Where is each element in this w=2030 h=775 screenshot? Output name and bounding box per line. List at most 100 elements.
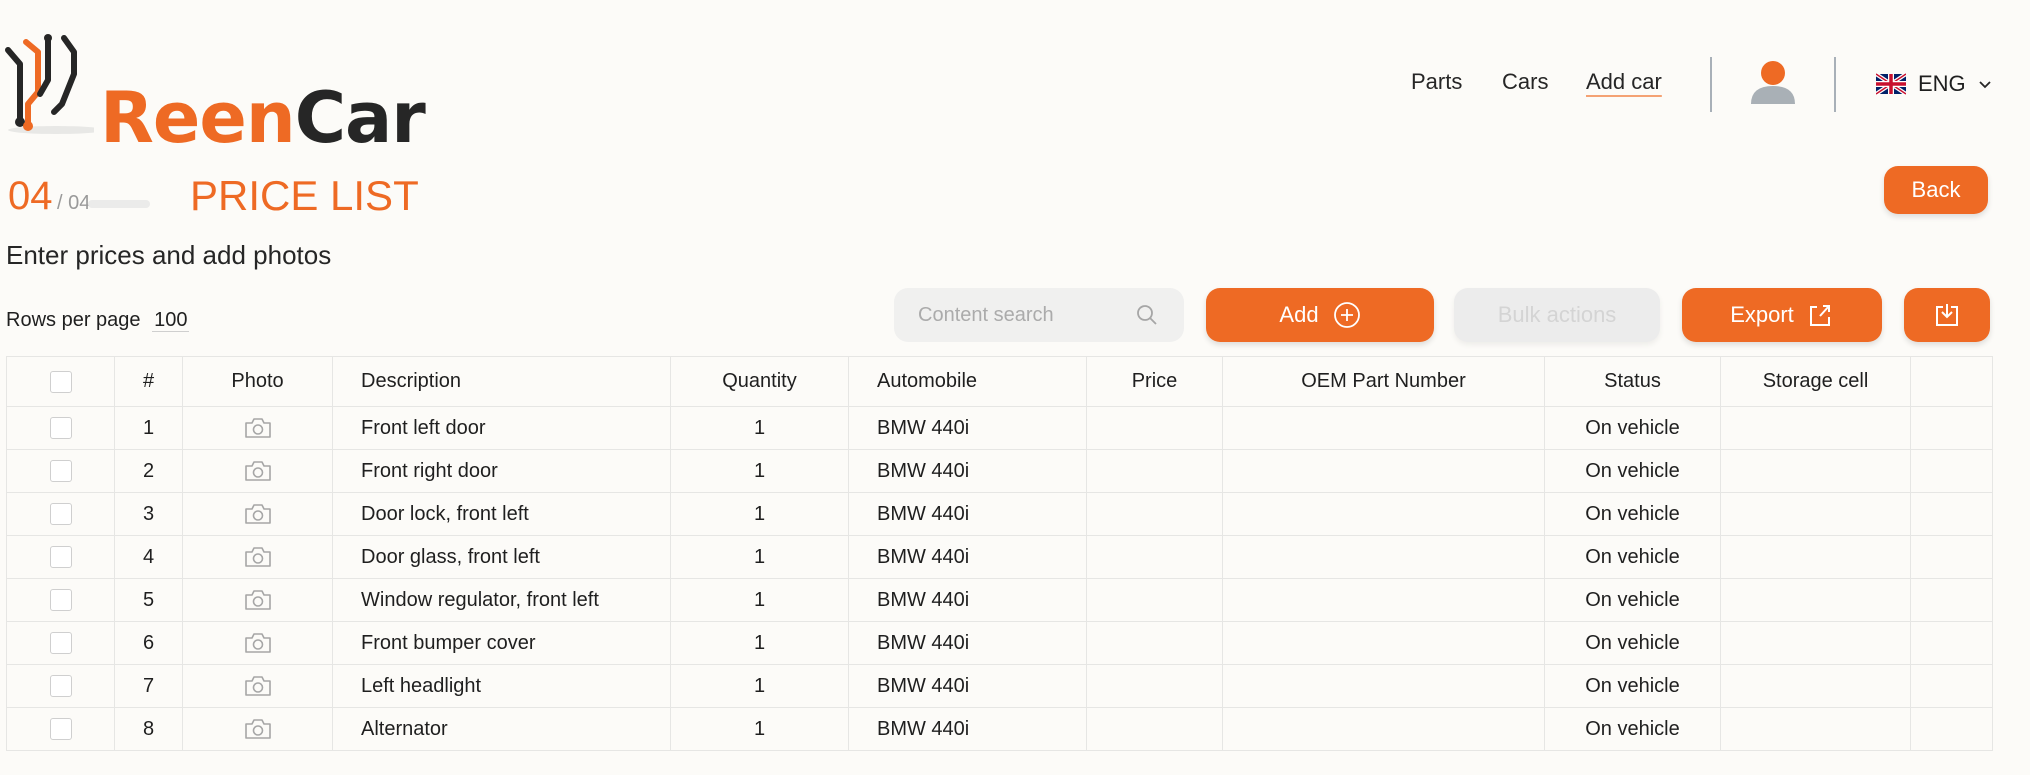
row-description: Front right door xyxy=(332,449,671,493)
row-number: 4 xyxy=(114,535,183,579)
row-oem[interactable] xyxy=(1222,578,1545,622)
row-oem[interactable] xyxy=(1222,449,1545,493)
row-select-cell xyxy=(6,578,115,622)
camera-icon[interactable] xyxy=(243,588,273,612)
row-status[interactable]: On vehicle xyxy=(1544,406,1721,450)
import-button[interactable] xyxy=(1904,288,1990,342)
table-row[interactable]: 8 Alternator 1 BMW 440i On vehicle xyxy=(6,707,1993,751)
table-row[interactable]: 1 Front left door 1 BMW 440i On vehicle xyxy=(6,406,1993,450)
row-status[interactable]: On vehicle xyxy=(1544,449,1721,493)
row-status[interactable]: On vehicle xyxy=(1544,535,1721,579)
nav-add-car[interactable]: Add car xyxy=(1586,62,1662,102)
header-price[interactable]: Price xyxy=(1086,356,1223,407)
export-button[interactable]: Export xyxy=(1682,288,1882,342)
table-row[interactable]: 6 Front bumper cover 1 BMW 440i On vehic… xyxy=(6,621,1993,665)
row-oem[interactable] xyxy=(1222,621,1545,665)
camera-icon[interactable] xyxy=(243,545,273,569)
camera-icon[interactable] xyxy=(243,631,273,655)
row-automobile: BMW 440i xyxy=(848,406,1087,450)
header-oem[interactable]: OEM Part Number xyxy=(1222,356,1545,407)
row-checkbox[interactable] xyxy=(49,546,72,569)
row-status[interactable]: On vehicle xyxy=(1544,707,1721,751)
back-button[interactable]: Back xyxy=(1884,166,1988,214)
row-oem[interactable] xyxy=(1222,535,1545,579)
row-checkbox[interactable] xyxy=(49,460,72,483)
table-row[interactable]: 7 Left headlight 1 BMW 440i On vehicle xyxy=(6,664,1993,708)
plus-circle-icon xyxy=(1333,302,1360,328)
row-oem[interactable] xyxy=(1222,664,1545,708)
row-quantity[interactable]: 1 xyxy=(670,707,849,751)
row-quantity[interactable]: 1 xyxy=(670,621,849,665)
table-row[interactable]: 5 Window regulator, front left 1 BMW 440… xyxy=(6,578,1993,622)
camera-icon[interactable] xyxy=(243,459,273,483)
row-status[interactable]: On vehicle xyxy=(1544,621,1721,665)
row-price[interactable] xyxy=(1086,535,1223,579)
add-button[interactable]: Add xyxy=(1206,288,1434,342)
back-button-label: Back xyxy=(1911,177,1961,202)
row-checkbox[interactable] xyxy=(49,718,72,741)
row-quantity[interactable]: 1 xyxy=(670,535,849,579)
row-price[interactable] xyxy=(1086,621,1223,665)
header-storage[interactable]: Storage cell xyxy=(1720,356,1911,407)
camera-icon[interactable] xyxy=(243,416,273,440)
row-storage[interactable] xyxy=(1720,535,1911,579)
table-row[interactable]: 2 Front right door 1 BMW 440i On vehicle xyxy=(6,449,1993,493)
row-status[interactable]: On vehicle xyxy=(1544,664,1721,708)
camera-icon[interactable] xyxy=(243,674,273,698)
row-oem[interactable] xyxy=(1222,707,1545,751)
row-quantity[interactable]: 1 xyxy=(670,449,849,493)
header-number[interactable]: # xyxy=(114,356,183,407)
language-select[interactable]: ENG xyxy=(1876,64,1992,104)
brand-logo[interactable]: ReenCar xyxy=(4,34,426,158)
table-row[interactable]: 3 Door lock, front left 1 BMW 440i On ve… xyxy=(6,492,1993,536)
row-storage[interactable] xyxy=(1720,578,1911,622)
row-extra xyxy=(1910,535,1993,579)
row-status[interactable]: On vehicle xyxy=(1544,492,1721,536)
user-avatar[interactable] xyxy=(1748,60,1798,104)
row-price[interactable] xyxy=(1086,707,1223,751)
row-quantity[interactable]: 1 xyxy=(670,664,849,708)
row-checkbox[interactable] xyxy=(49,503,72,526)
row-oem[interactable] xyxy=(1222,492,1545,536)
row-storage[interactable] xyxy=(1720,707,1911,751)
nav-cars[interactable]: Cars xyxy=(1502,62,1548,102)
search-input[interactable] xyxy=(918,303,1128,327)
row-oem[interactable] xyxy=(1222,406,1545,450)
row-status[interactable]: On vehicle xyxy=(1544,578,1721,622)
table-row[interactable]: 4 Door glass, front left 1 BMW 440i On v… xyxy=(6,535,1993,579)
row-quantity[interactable]: 1 xyxy=(670,578,849,622)
row-price[interactable] xyxy=(1086,449,1223,493)
search-icon[interactable] xyxy=(1136,304,1158,326)
brand-name-part2: Car xyxy=(294,77,426,159)
row-select-cell xyxy=(6,664,115,708)
row-quantity[interactable]: 1 xyxy=(670,406,849,450)
row-extra xyxy=(1910,578,1993,622)
camera-icon[interactable] xyxy=(243,717,273,741)
header-status[interactable]: Status xyxy=(1544,356,1721,407)
bulk-actions-button[interactable]: Bulk actions xyxy=(1454,288,1660,342)
header-automobile[interactable]: Automobile xyxy=(848,356,1087,407)
row-storage[interactable] xyxy=(1720,449,1911,493)
row-checkbox[interactable] xyxy=(49,417,72,440)
row-quantity[interactable]: 1 xyxy=(670,492,849,536)
header-photo[interactable]: Photo xyxy=(182,356,333,407)
rows-per-page-select[interactable]: 100 xyxy=(152,309,190,332)
row-photo-cell xyxy=(182,406,333,450)
row-storage[interactable] xyxy=(1720,621,1911,665)
header-description[interactable]: Description xyxy=(332,356,671,407)
row-checkbox[interactable] xyxy=(49,632,72,655)
nav-parts[interactable]: Parts xyxy=(1411,62,1462,102)
camera-icon[interactable] xyxy=(243,502,273,526)
row-price[interactable] xyxy=(1086,664,1223,708)
row-price[interactable] xyxy=(1086,406,1223,450)
row-price[interactable] xyxy=(1086,578,1223,622)
row-checkbox[interactable] xyxy=(49,589,72,612)
row-select-cell xyxy=(6,707,115,751)
row-storage[interactable] xyxy=(1720,406,1911,450)
header-quantity[interactable]: Quantity xyxy=(670,356,849,407)
row-storage[interactable] xyxy=(1720,492,1911,536)
select-all-checkbox[interactable] xyxy=(49,370,72,393)
row-checkbox[interactable] xyxy=(49,675,72,698)
row-storage[interactable] xyxy=(1720,664,1911,708)
row-price[interactable] xyxy=(1086,492,1223,536)
